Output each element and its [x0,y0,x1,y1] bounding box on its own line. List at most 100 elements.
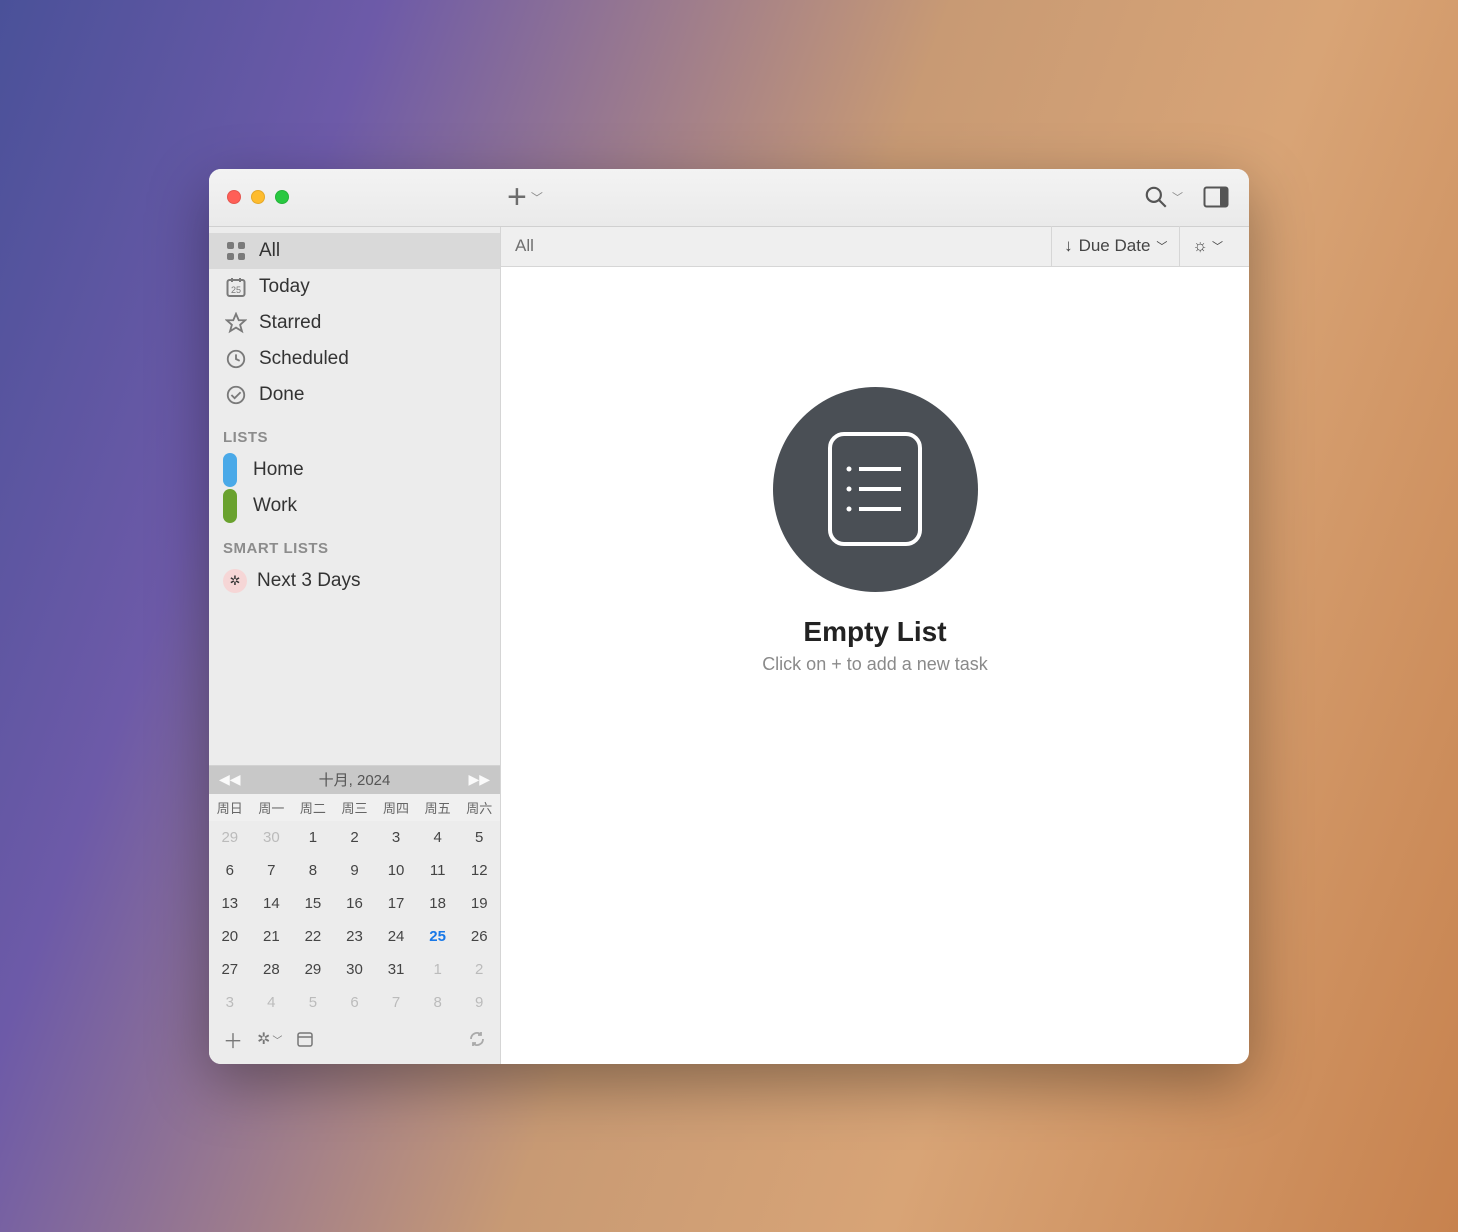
calendar-prev-month-button[interactable]: ◀◀ [219,771,241,788]
calendar-day[interactable]: 15 [292,887,334,920]
sidebar-nav-label: Starred [259,312,321,334]
calendar-day[interactable]: 5 [292,986,334,1019]
sidebar-nav-label: Scheduled [259,348,349,370]
window-controls [227,190,289,204]
calendar-day[interactable]: 10 [375,854,417,887]
calendar-view-button[interactable] [296,1030,314,1048]
sidebar-nav-today[interactable]: 25 Today [209,269,500,305]
sidebar-smartlist-label: Next 3 Days [257,570,360,592]
chevron-down-icon: ﹀ [1212,238,1223,254]
sync-button[interactable] [468,1030,486,1048]
sidebar-nav-starred[interactable]: Starred [209,305,500,341]
calendar-day[interactable]: 25 [417,920,459,953]
calendar-day[interactable]: 8 [417,986,459,1019]
titlebar: + ﹀ ﹀ [209,169,1249,227]
sidebar-list-home[interactable]: Home [209,452,500,488]
calendar-day[interactable]: 13 [209,887,251,920]
sidebar-nav-all[interactable]: All [209,233,500,269]
calendar-day[interactable]: 30 [334,953,376,986]
sidebar-list-label: Home [253,459,304,481]
calendar-day[interactable]: 28 [251,953,293,986]
sidebar-nav-done[interactable]: Done [209,377,500,413]
calendar-day[interactable]: 2 [334,821,376,854]
add-task-button[interactable]: + ﹀ [507,180,543,214]
calendar-day[interactable]: 19 [458,887,500,920]
calendar-month-label: 十月, 2024 [319,769,391,790]
toggle-panel-button[interactable] [1203,186,1229,208]
sort-button[interactable]: ↓ Due Date ﹀ [1051,226,1179,266]
calendar-day[interactable]: 21 [251,920,293,953]
calendar-day[interactable]: 29 [292,953,334,986]
calendar-day[interactable]: 24 [375,920,417,953]
list-color-chip [223,489,237,523]
calendar-day[interactable]: 20 [209,920,251,953]
sidebar: All25TodayStarredScheduledDone LISTS Hom… [209,227,501,1064]
sidebar-list-work[interactable]: Work [209,488,500,524]
chevron-down-icon: ﹀ [1172,189,1183,205]
calendar-day[interactable]: 16 [334,887,376,920]
calendar-day[interactable]: 27 [209,953,251,986]
calendar-day[interactable]: 5 [458,821,500,854]
calendar-day[interactable]: 1 [292,821,334,854]
minimize-window-button[interactable] [251,190,265,204]
calendar-day[interactable]: 26 [458,920,500,953]
calendar-header: ◀◀ 十月, 2024 ▶▶ [209,766,500,794]
calendar-day[interactable]: 18 [417,887,459,920]
svg-text:25: 25 [231,285,241,295]
smartlist-chip-icon: ✲ [223,569,247,593]
lists-section-header: LISTS [209,413,500,452]
calendar-day[interactable]: 29 [209,821,251,854]
sidebar-nav-label: Done [259,384,304,406]
calendar-day[interactable]: 4 [417,821,459,854]
star-icon [223,310,249,336]
calendar-day[interactable]: 4 [251,986,293,1019]
mini-calendar: ◀◀ 十月, 2024 ▶▶ 周日周一周二周三周四周五周六 2930123456… [209,765,500,1064]
sidebar-smartlist-item[interactable]: ✲ Next 3 Days [209,563,500,599]
calendar-day[interactable]: 3 [209,986,251,1019]
calendar-day[interactable]: 14 [251,887,293,920]
calendar-day[interactable]: 31 [375,953,417,986]
calendar-day[interactable]: 3 [375,821,417,854]
calendar-day[interactable]: 17 [375,887,417,920]
sort-icon: ↓ [1064,236,1073,256]
search-button[interactable]: ﹀ [1143,184,1183,210]
calendar-day[interactable]: 9 [334,854,376,887]
app-window: + ﹀ ﹀ All25TodayStarredScheduledDone LIS… [209,169,1249,1064]
settings-button[interactable]: ✲﹀ [257,1029,282,1049]
display-options-button[interactable]: ☼ ﹀ [1179,226,1235,266]
sidebar-nav-label: Today [259,276,310,298]
calendar-day-header: 周日 [209,794,251,821]
calendar-day[interactable]: 22 [292,920,334,953]
zoom-window-button[interactable] [275,190,289,204]
close-window-button[interactable] [227,190,241,204]
add-list-button[interactable]: ＋ [223,1025,243,1054]
calendar-day-header: 周二 [292,794,334,821]
calendar-day[interactable]: 2 [458,953,500,986]
plus-icon: + [507,180,527,214]
chevron-down-icon: ﹀ [531,189,543,206]
calendar-day-header: 周六 [458,794,500,821]
calendar-day-header: 周五 [417,794,459,821]
empty-state: Empty List Click on + to add a new task [501,267,1249,1064]
calendar-day[interactable]: 8 [292,854,334,887]
empty-list-icon [773,387,978,592]
calendar-day[interactable]: 30 [251,821,293,854]
calendar-day[interactable]: 12 [458,854,500,887]
calendar-day[interactable]: 23 [334,920,376,953]
calendar-next-month-button[interactable]: ▶▶ [468,771,490,788]
calendar-day[interactable]: 6 [209,854,251,887]
empty-title: Empty List [803,616,946,648]
calendar-day[interactable]: 9 [458,986,500,1019]
calendar-day[interactable]: 7 [375,986,417,1019]
list-title: All [515,236,534,256]
calendar-day[interactable]: 7 [251,854,293,887]
grid-icon [223,238,249,264]
list-color-chip [223,453,237,487]
calendar-today-icon: 25 [223,274,249,300]
calendar-day[interactable]: 11 [417,854,459,887]
main-panel: All ↓ Due Date ﹀ ☼ ﹀ [501,227,1249,1064]
sidebar-list-label: Work [253,495,297,517]
calendar-day[interactable]: 6 [334,986,376,1019]
sidebar-nav-scheduled[interactable]: Scheduled [209,341,500,377]
calendar-day[interactable]: 1 [417,953,459,986]
